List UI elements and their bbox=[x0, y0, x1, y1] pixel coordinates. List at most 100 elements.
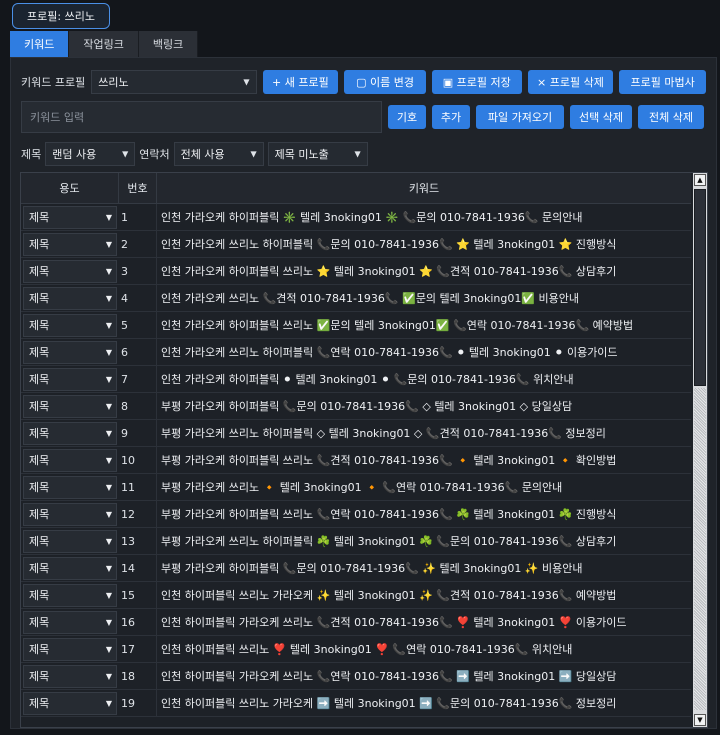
keyword-text[interactable]: 인천 가라오케 하이퍼블릭 쓰리노 ✅문의 텔레 3noking01✅ 📞연락 … bbox=[157, 312, 691, 338]
new-profile-button[interactable]: + 새 프로필 bbox=[262, 70, 339, 94]
table-row[interactable]: 제목 ▼ 5 인천 가라오케 하이퍼블릭 쓰리노 ✅문의 텔레 3noking01✅ … bbox=[21, 312, 691, 339]
table-row[interactable]: 제목 ▼ 4 인천 가라오케 쓰리노 📞견적 010-7841-1936📞 ✅문의 텔… bbox=[21, 285, 691, 312]
table-row[interactable]: 제목 ▼ 15 인천 하이퍼블릭 쓰리노 가라오케 ✨ 텔레 3noking01 ✨ … bbox=[21, 582, 691, 609]
use-select[interactable]: 제목 ▼ bbox=[23, 421, 117, 445]
use-select[interactable]: 제목 ▼ bbox=[23, 691, 117, 715]
symbol-button[interactable]: 기호 bbox=[388, 105, 426, 129]
chevron-down-icon: ▼ bbox=[105, 347, 112, 357]
keyword-text[interactable]: 인천 하이퍼블릭 쓰리노 ❣️ 텔레 3noking01 ❣️ 📞연락 010-… bbox=[157, 636, 691, 662]
table-row[interactable]: 제목 ▼ 1 인천 가라오케 하이퍼블릭 ✳️ 텔레 3noking01 ✳️ 📞문의… bbox=[21, 204, 691, 231]
use-select-value: 제목 bbox=[29, 400, 50, 413]
keyword-text[interactable]: 부평 가라오케 하이퍼블릭 📞문의 010-7841-1936📞 ◇ 텔레 3n… bbox=[157, 393, 691, 419]
use-select[interactable]: 제목 ▼ bbox=[23, 232, 117, 256]
chevron-down-icon: ▼ bbox=[105, 644, 112, 654]
use-select[interactable]: 제목 ▼ bbox=[23, 475, 117, 499]
use-select[interactable]: 제목 ▼ bbox=[23, 448, 117, 472]
tab-backlinks[interactable]: 백링크 bbox=[138, 31, 199, 57]
profile-select[interactable]: 쓰리노 ▼ bbox=[91, 70, 257, 94]
table-row[interactable]: 제목 ▼ 8 부평 가라오케 하이퍼블릭 📞문의 010-7841-1936📞 ◇ 텔… bbox=[21, 393, 691, 420]
contact-mode-select[interactable]: 전체 사용 ▼ bbox=[173, 142, 264, 166]
keyword-text[interactable]: 인천 하이퍼블릭 쓰리노 가라오케 ➡️ 텔레 3noking01 ➡️ 📞문의… bbox=[157, 690, 691, 716]
table-row[interactable]: 제목 ▼ 13 부평 가라오케 쓰리노 하이퍼블릭 ☘️ 텔레 3noking01 ☘… bbox=[21, 528, 691, 555]
use-cell: 제목 ▼ bbox=[21, 285, 119, 311]
keyword-text[interactable]: 부평 가라오케 하이퍼블릭 📞문의 010-7841-1936📞 ✨ 텔레 3n… bbox=[157, 555, 691, 581]
header-use[interactable]: 용도 bbox=[21, 173, 119, 203]
scroll-thumb[interactable] bbox=[694, 189, 706, 386]
table-row[interactable]: 제목 ▼ 16 인천 하이퍼블릭 가라오케 쓰리노 📞견적 010-7841-1936… bbox=[21, 609, 691, 636]
scroll-track[interactable] bbox=[694, 388, 706, 710]
keyword-text[interactable]: 부평 가라오케 하이퍼블릭 쓰리노 📞연락 010-7841-1936📞 ☘️ … bbox=[157, 501, 691, 527]
use-select[interactable]: 제목 ▼ bbox=[23, 502, 117, 526]
use-select[interactable]: 제목 ▼ bbox=[23, 286, 117, 310]
use-select[interactable]: 제목 ▼ bbox=[23, 610, 117, 634]
table-row[interactable]: 제목 ▼ 9 부평 가라오케 쓰리노 하이퍼블릭 ◇ 텔레 3noking01 ◇ 📞… bbox=[21, 420, 691, 447]
vertical-scrollbar[interactable]: ▲ ▼ bbox=[693, 173, 707, 727]
keyword-text[interactable]: 부평 가라오케 하이퍼블릭 쓰리노 📞견적 010-7841-1936📞 🔸 텔… bbox=[157, 447, 691, 473]
table-row[interactable]: 제목 ▼ 19 인천 하이퍼블릭 쓰리노 가라오케 ➡️ 텔레 3noking01 ➡… bbox=[21, 690, 691, 717]
profile-wizard-button[interactable]: 프로필 마법사 bbox=[619, 70, 706, 94]
delete-profile-button[interactable]: × 프로필 삭제 bbox=[527, 70, 614, 94]
keyword-text[interactable]: 인천 가라오케 쓰리노 하이퍼블릭 📞연락 010-7841-1936📞 ⚫ 텔… bbox=[157, 339, 691, 365]
use-select[interactable]: 제목 ▼ bbox=[23, 583, 117, 607]
use-select[interactable]: 제목 ▼ bbox=[23, 556, 117, 580]
chevron-down-icon: ▼ bbox=[105, 293, 112, 303]
chevron-down-icon: ▼ bbox=[122, 149, 129, 159]
chevron-down-icon: ▼ bbox=[105, 671, 112, 681]
keyword-text[interactable]: 인천 가라오케 쓰리노 하이퍼블릭 📞문의 010-7841-1936📞 ⭐ 텔… bbox=[157, 231, 691, 257]
use-select[interactable]: 제목 ▼ bbox=[23, 664, 117, 688]
table-row[interactable]: 제목 ▼ 12 부평 가라오케 하이퍼블릭 쓰리노 📞연락 010-7841-1936… bbox=[21, 501, 691, 528]
table-row[interactable]: 제목 ▼ 7 인천 가라오케 하이퍼블릭 ⚫ 텔레 3noking01 ⚫ 📞문의 0… bbox=[21, 366, 691, 393]
save-profile-button[interactable]: ▣ 프로필 저장 bbox=[431, 70, 522, 94]
title-expose-select[interactable]: 제목 미노출 ▼ bbox=[267, 142, 368, 166]
title-mode-select[interactable]: 랜덤 사용 ▼ bbox=[45, 142, 136, 166]
rename-profile-button[interactable]: ▢ 이름 변경 bbox=[344, 70, 426, 94]
keyword-text[interactable]: 인천 하이퍼블릭 가라오케 쓰리노 📞견적 010-7841-1936📞 ❣️ … bbox=[157, 609, 691, 635]
header-keyword[interactable]: 키워드 bbox=[157, 173, 691, 203]
profile-tag[interactable]: 프로필: 쓰리노 bbox=[12, 3, 110, 29]
keyword-text[interactable]: 인천 가라오케 하이퍼블릭 ✳️ 텔레 3noking01 ✳️ 📞문의 010… bbox=[157, 204, 691, 230]
table-row[interactable]: 제목 ▼ 18 인천 하이퍼블릭 가라오케 쓰리노 📞연락 010-7841-1936… bbox=[21, 663, 691, 690]
table-row[interactable]: 제목 ▼ 6 인천 가라오케 쓰리노 하이퍼블릭 📞연락 010-7841-1936📞… bbox=[21, 339, 691, 366]
use-cell: 제목 ▼ bbox=[21, 312, 119, 338]
header-number[interactable]: 번호 bbox=[119, 173, 157, 203]
row-number: 16 bbox=[119, 609, 157, 635]
chevron-down-icon: ▼ bbox=[105, 698, 112, 708]
import-file-button[interactable]: 파일 가져오기 bbox=[476, 105, 564, 129]
use-select[interactable]: 제목 ▼ bbox=[23, 529, 117, 553]
keyword-text[interactable]: 부평 가라오케 쓰리노 🔸 텔레 3noking01 🔸 📞연락 010-784… bbox=[157, 474, 691, 500]
keyword-text[interactable]: 부평 가라오케 쓰리노 하이퍼블릭 ◇ 텔레 3noking01 ◇ 📞견적 0… bbox=[157, 420, 691, 446]
use-select[interactable]: 제목 ▼ bbox=[23, 340, 117, 364]
keyword-text[interactable]: 인천 하이퍼블릭 쓰리노 가라오케 ✨ 텔레 3noking01 ✨ 📞견적 0… bbox=[157, 582, 691, 608]
keyword-text[interactable]: 인천 하이퍼블릭 가라오케 쓰리노 📞연락 010-7841-1936📞 ➡️ … bbox=[157, 663, 691, 689]
use-select-value: 제목 bbox=[29, 319, 50, 332]
scroll-down-icon[interactable]: ▼ bbox=[694, 714, 706, 726]
use-select[interactable]: 제목 ▼ bbox=[23, 313, 117, 337]
use-cell: 제목 ▼ bbox=[21, 204, 119, 230]
table-row[interactable]: 제목 ▼ 11 부평 가라오케 쓰리노 🔸 텔레 3noking01 🔸 📞연락 01… bbox=[21, 474, 691, 501]
use-select-value: 제목 bbox=[29, 670, 50, 683]
keyword-text[interactable]: 인천 가라오케 하이퍼블릭 쓰리노 ⭐ 텔레 3noking01 ⭐ 📞견적 0… bbox=[157, 258, 691, 284]
keyword-input[interactable]: 키워드 입력 bbox=[21, 101, 382, 133]
keyword-text[interactable]: 인천 가라오케 쓰리노 📞견적 010-7841-1936📞 ✅문의 텔레 3n… bbox=[157, 285, 691, 311]
keyword-text[interactable]: 인천 가라오케 하이퍼블릭 ⚫ 텔레 3noking01 ⚫ 📞문의 010-7… bbox=[157, 366, 691, 392]
keyword-text[interactable]: 부평 가라오케 쓰리노 하이퍼블릭 ☘️ 텔레 3noking01 ☘️ 📞문의… bbox=[157, 528, 691, 554]
table-row[interactable]: 제목 ▼ 10 부평 가라오케 하이퍼블릭 쓰리노 📞견적 010-7841-1936… bbox=[21, 447, 691, 474]
use-select[interactable]: 제목 ▼ bbox=[23, 205, 117, 229]
use-select[interactable]: 제목 ▼ bbox=[23, 367, 117, 391]
tab-keywords[interactable]: 키워드 bbox=[10, 31, 70, 57]
table-row[interactable]: 제목 ▼ 14 부평 가라오케 하이퍼블릭 📞문의 010-7841-1936📞 ✨ … bbox=[21, 555, 691, 582]
tab-work-links[interactable]: 작업링크 bbox=[69, 31, 139, 57]
use-select-value: 제목 bbox=[29, 589, 50, 602]
table-row[interactable]: 제목 ▼ 2 인천 가라오케 쓰리노 하이퍼블릭 📞문의 010-7841-1936📞… bbox=[21, 231, 691, 258]
use-select[interactable]: 제목 ▼ bbox=[23, 394, 117, 418]
use-select[interactable]: 제목 ▼ bbox=[23, 259, 117, 283]
delete-all-button[interactable]: 전체 삭제 bbox=[638, 105, 704, 129]
table-body: 제목 ▼ 1 인천 가라오케 하이퍼블릭 ✳️ 텔레 3noking01 ✳️ 📞문의… bbox=[21, 204, 691, 717]
use-select[interactable]: 제목 ▼ bbox=[23, 637, 117, 661]
scroll-up-icon[interactable]: ▲ bbox=[694, 174, 706, 186]
add-keyword-button[interactable]: 추가 bbox=[432, 105, 470, 129]
table-row[interactable]: 제목 ▼ 17 인천 하이퍼블릭 쓰리노 ❣️ 텔레 3noking01 ❣️ 📞연락… bbox=[21, 636, 691, 663]
delete-selected-button[interactable]: 선택 삭제 bbox=[570, 105, 632, 129]
table-row[interactable]: 제목 ▼ 3 인천 가라오케 하이퍼블릭 쓰리노 ⭐ 텔레 3noking01 ⭐ 📞… bbox=[21, 258, 691, 285]
profile-label: 키워드 프로필 bbox=[21, 76, 86, 89]
